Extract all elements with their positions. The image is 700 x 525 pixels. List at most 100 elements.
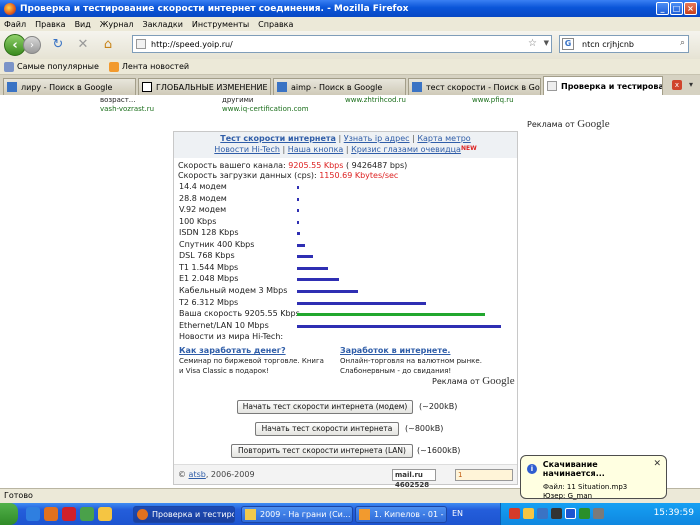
atsb-link[interactable]: atsb — [189, 470, 206, 479]
google-logo: Google — [482, 375, 515, 387]
ad-url[interactable]: vash-vozrast.ru — [100, 105, 154, 113]
close-tab-button[interactable]: x — [672, 80, 682, 90]
ads-by-google-inner[interactable]: Реклама от Google — [432, 375, 515, 387]
tab-4[interactable]: тест скорости - Поиск в Go... — [408, 78, 541, 95]
box-header: Тест скорости интернета | Узнать ip адре… — [174, 132, 517, 158]
page-content: возраст... vash-vozrast.ru другими www.i… — [0, 95, 700, 488]
bookmark-most-visited[interactable]: Самые популярные — [4, 61, 99, 72]
chart-bar — [297, 278, 339, 282]
download-notification[interactable]: i Скачивание начинается... ✕ Файл: 11 Si… — [520, 455, 667, 500]
desktop-quicklaunch-icon[interactable] — [80, 507, 94, 521]
tray-icon[interactable] — [523, 508, 534, 519]
bookmark-news-feed[interactable]: Лента новостей — [108, 61, 189, 72]
google-favicon — [412, 82, 422, 92]
li-favicon — [142, 82, 152, 92]
link-hitech-news[interactable]: Новости Hi-Tech — [214, 145, 280, 154]
notification-close-icon[interactable]: ✕ — [653, 459, 661, 469]
link-ip-address[interactable]: Узнать ip адрес — [344, 134, 410, 143]
chart-bar — [297, 266, 329, 270]
tab-2[interactable]: ГЛОБАЛЬНЫЕ ИЗМЕНЕНИЕ ... — [138, 78, 271, 95]
url-bar[interactable]: http://speed.yoip.ru/ ☆ ▼ — [132, 35, 552, 53]
dropdown-arrow-icon[interactable]: ▼ — [544, 39, 549, 47]
google-engine-icon[interactable]: G — [562, 38, 574, 50]
reload-icon[interactable]: ↻ — [50, 37, 66, 53]
tab-5-active[interactable]: Проверка и тестирован... — [543, 76, 663, 95]
task-label: 1. Кипелов - 01 - На ... — [374, 510, 446, 519]
menu-tools[interactable]: Инструменты — [192, 20, 249, 29]
menu-view[interactable]: Вид — [75, 20, 91, 29]
minimize-button[interactable]: _ — [656, 2, 669, 15]
rating-counter[interactable]: 1 — [455, 469, 513, 481]
menu-edit[interactable]: Правка — [35, 20, 65, 29]
chart-bar — [297, 324, 501, 328]
ad-url[interactable]: www.zhtrihcod.ru — [345, 96, 406, 104]
chart-category-label: 100 Kbps — [179, 216, 217, 226]
forward-button[interactable]: › — [23, 36, 41, 54]
star-icon[interactable]: ☆ — [528, 38, 537, 49]
chart-bar — [297, 197, 299, 201]
ad-url[interactable]: www.iq-certification.com — [222, 105, 309, 113]
home-icon[interactable]: ⌂ — [100, 37, 116, 53]
status-text: Готово — [4, 491, 33, 500]
link-crisis[interactable]: Кризис глазами очевидца — [351, 145, 461, 154]
ie-quicklaunch-icon[interactable] — [26, 507, 40, 521]
search-bar[interactable]: G ntcn crjhjcnb ⌕ — [559, 35, 689, 53]
chart-category-label: 28.8 модем — [179, 193, 227, 203]
language-indicator[interactable]: EN — [452, 509, 463, 518]
speaker-icon[interactable] — [593, 508, 604, 519]
link-our-button[interactable]: Наша кнопка — [288, 145, 344, 154]
clock[interactable]: 15:39:59 — [654, 508, 694, 518]
opera-quicklaunch-icon[interactable] — [62, 507, 76, 521]
tab-1[interactable]: лиру - Поиск в Google — [3, 78, 136, 95]
start-button[interactable] — [0, 503, 18, 525]
start-modem-test-button[interactable]: Начать тест скорости интернета (модем) — [237, 400, 413, 414]
ads-by-google[interactable]: Реклама от Google — [527, 118, 610, 130]
url-text: http://speed.yoip.ru/ — [151, 39, 233, 49]
box-footer: © atsb, 2006-2009 mail.ru 4602528 1 — [174, 464, 517, 488]
download-speed-value: 1150.69 Kbytes/sec — [319, 171, 399, 180]
menu-bookmarks[interactable]: Закладки — [142, 20, 182, 29]
tab-3[interactable]: aimp - Поиск в Google — [273, 78, 406, 95]
taskbar-player[interactable]: 2009 - На грани (Си... — [241, 506, 353, 523]
media-quicklaunch-icon[interactable] — [98, 507, 112, 521]
notification-user: Юзер: G_man — [543, 492, 593, 500]
taskbar-firefox[interactable]: Проверка и тестиро... — [133, 506, 235, 523]
tray-icon[interactable] — [509, 508, 520, 519]
tab-list-button[interactable]: ▾ — [685, 78, 697, 92]
mailru-counter[interactable]: mail.ru 4602528 — [392, 469, 436, 488]
tray-icon[interactable] — [579, 508, 590, 519]
search-icon[interactable]: ⌕ — [680, 38, 685, 48]
folder-icon — [245, 509, 256, 520]
chart-category-label: Ethernet/LAN 10 Mbps — [179, 320, 269, 330]
notification-file: Файл: 11 Situation.mp3 — [543, 483, 628, 491]
ad-url[interactable]: www.pfiq.ru — [472, 96, 514, 104]
menu-bar: Файл Правка Вид Журнал Закладки Инструме… — [0, 17, 700, 31]
stop-icon[interactable]: ✕ — [75, 37, 91, 53]
channel-speed-bps: ( 9426487 bps) — [345, 161, 408, 170]
tab-label: aimp - Поиск в Google — [291, 82, 383, 92]
start-test-button[interactable]: Начать тест скорости интернета — [255, 422, 399, 436]
tray-icon[interactable] — [551, 508, 562, 519]
chart-category-label: DSL 768 Kbps — [179, 251, 235, 261]
rss-icon — [108, 61, 119, 72]
firefox-icon — [137, 509, 148, 520]
menu-file[interactable]: Файл — [4, 20, 26, 29]
maximize-button[interactable]: □ — [670, 2, 683, 15]
ad-headline-left[interactable]: Как заработать денег? — [179, 346, 324, 356]
repeat-lan-test-button[interactable]: Повторить тест скорости интернета (LAN) — [231, 444, 413, 458]
link-metro-map[interactable]: Карта метро — [417, 134, 470, 143]
tray-icon[interactable] — [537, 508, 548, 519]
firefox-quicklaunch-icon[interactable] — [44, 507, 58, 521]
tab-label: Проверка и тестирован... — [561, 81, 663, 91]
close-button[interactable]: × — [684, 2, 697, 15]
tab-label: ГЛОБАЛЬНЫЕ ИЗМЕНЕНИЕ ... — [156, 82, 271, 92]
google-favicon — [7, 82, 17, 92]
search-input[interactable]: ntcn crjhjcnb — [582, 40, 634, 49]
tray-icon[interactable] — [565, 508, 576, 519]
menu-history[interactable]: Журнал — [100, 20, 134, 29]
system-tray: 15:39:59 — [500, 503, 700, 525]
ad-headline-right[interactable]: Заработок в интернете. — [340, 346, 482, 356]
link-speed-test[interactable]: Тест скорости интернета — [220, 134, 336, 143]
menu-help[interactable]: Справка — [258, 20, 293, 29]
taskbar-aimp[interactable]: 1. Кипелов - 01 - На ... — [355, 506, 447, 523]
